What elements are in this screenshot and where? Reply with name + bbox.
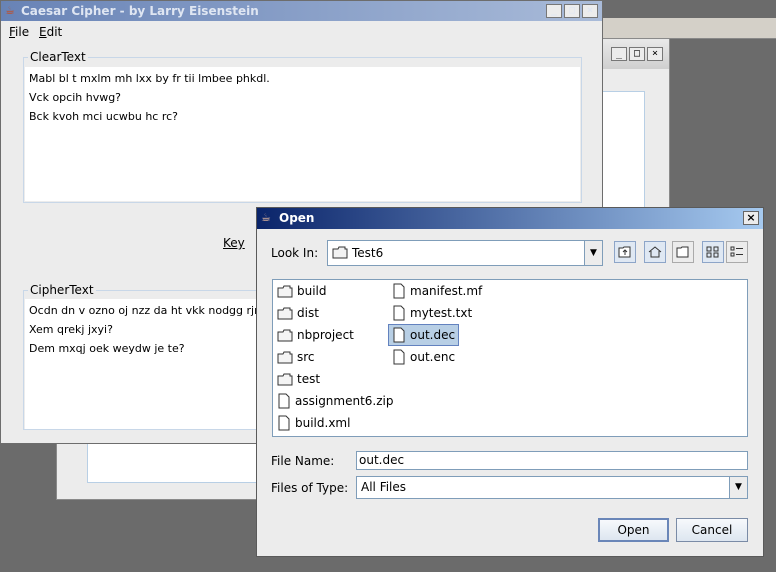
list-item[interactable]: build.xml [274, 414, 353, 432]
list-item[interactable]: nbproject [274, 326, 357, 344]
ciphertext-label: CipherText [28, 283, 96, 297]
java-cup-icon: ☕ [261, 211, 271, 224]
minimize-icon[interactable]: _ [546, 4, 562, 18]
background-window-controls: _ □ × [611, 47, 663, 61]
file-name: assignment6.zip [295, 394, 394, 408]
menu-bar: File Edit [1, 21, 602, 43]
look-in-combo[interactable]: Test6 ▼ [327, 240, 603, 266]
list-item[interactable]: build [274, 282, 330, 300]
cleartext-area[interactable]: Mabl bl t mxlm mh lxx by fr tii lmbee ph… [25, 67, 580, 201]
file-name: test [297, 372, 321, 386]
file-name: out.dec [410, 328, 456, 342]
file-name: nbproject [297, 328, 354, 342]
look-in-value: Test6 [352, 246, 384, 260]
folder-icon [277, 351, 293, 363]
menu-edit[interactable]: Edit [39, 25, 62, 39]
file-name: mytest.txt [410, 306, 473, 320]
file-icon [393, 349, 405, 365]
up-folder-icon [618, 246, 631, 258]
ciphertext-line: Ocdn dn v ozno oj nzz da ht vkk nodgg rj… [29, 304, 265, 317]
dialog-title: Open [279, 211, 315, 225]
file-icon [393, 327, 405, 343]
ciphertext-line: Dem mxqj oek weydw je te? [29, 342, 185, 355]
dialog-titlebar: ☕ Open × [257, 208, 763, 229]
ciphertext-line: Xem qrekj jxyi? [29, 323, 113, 336]
home-button[interactable] [644, 241, 666, 263]
folder-icon [277, 307, 293, 319]
file-name-field[interactable]: out.dec [356, 451, 748, 470]
key-label: Key [223, 236, 245, 250]
list-item[interactable]: src [274, 348, 318, 366]
open-button[interactable]: Open [598, 518, 669, 542]
window-title: Caesar Cipher - by Larry Eisenstein [21, 4, 259, 18]
main-window-controls: _ □ × [546, 4, 598, 18]
file-icon [278, 393, 290, 409]
new-folder-icon [676, 246, 689, 258]
java-cup-icon: ☕ [5, 4, 15, 17]
cancel-button[interactable]: Cancel [676, 518, 748, 542]
file-name-label: File Name: [271, 454, 335, 468]
files-of-type-label: Files of Type: [271, 481, 349, 495]
file-name: out.enc [410, 350, 456, 364]
list-item-selected[interactable]: out.dec [388, 324, 460, 346]
file-list[interactable]: build dist nbproject src test assignment… [272, 279, 748, 437]
file-name: build [297, 284, 327, 298]
maximize-icon[interactable]: □ [564, 4, 580, 18]
home-icon [648, 246, 662, 258]
file-icon [393, 305, 405, 321]
files-of-type-combo[interactable]: All Files ▼ [356, 476, 748, 499]
close-icon[interactable]: × [647, 47, 663, 61]
ciphertext-area[interactable]: Ocdn dn v ozno oj nzz da ht vkk nodgg rj… [25, 299, 265, 429]
folder-icon [277, 285, 293, 297]
chevron-down-icon[interactable]: ▼ [729, 477, 747, 498]
background-window-strip [600, 18, 776, 39]
list-item[interactable]: assignment6.zip [274, 392, 397, 410]
folder-icon [277, 373, 293, 385]
file-name: build.xml [295, 416, 351, 430]
list-item[interactable]: mytest.txt [389, 304, 475, 322]
list-item[interactable]: manifest.mf [389, 282, 485, 300]
cleartext-line: Mabl bl t mxlm mh lxx by fr tii lmbee ph… [29, 72, 270, 85]
file-icon [278, 415, 290, 431]
menu-file[interactable]: File [9, 25, 29, 39]
files-of-type-value: All Files [361, 480, 407, 494]
file-name: src [297, 350, 315, 364]
cleartext-label: ClearText [28, 50, 88, 64]
folder-icon [332, 246, 348, 259]
close-icon[interactable]: × [743, 211, 759, 225]
details-view-button[interactable] [726, 241, 748, 263]
chevron-down-icon[interactable]: ▼ [584, 241, 602, 265]
maximize-icon[interactable]: □ [629, 47, 645, 61]
list-item[interactable]: out.enc [389, 348, 458, 366]
close-icon[interactable]: × [582, 4, 598, 18]
minimize-icon[interactable]: _ [611, 47, 627, 61]
folder-icon [277, 329, 293, 341]
list-view-icon [706, 246, 719, 258]
list-view-button[interactable] [702, 241, 724, 263]
main-titlebar: ☕ Caesar Cipher - by Larry Eisenstein _ … [1, 1, 602, 21]
file-icon [393, 283, 405, 299]
look-in-label: Look In: [271, 246, 319, 260]
cleartext-line: Bck kvoh mci ucwbu hc rc? [29, 110, 179, 123]
list-item[interactable]: dist [274, 304, 322, 322]
up-folder-button[interactable] [614, 241, 636, 263]
cleartext-line: Vck opcih hvwg? [29, 91, 122, 104]
details-view-icon [730, 246, 743, 257]
new-folder-button[interactable] [672, 241, 694, 263]
file-name: dist [297, 306, 319, 320]
file-name: manifest.mf [410, 284, 483, 298]
list-item[interactable]: test [274, 370, 323, 388]
